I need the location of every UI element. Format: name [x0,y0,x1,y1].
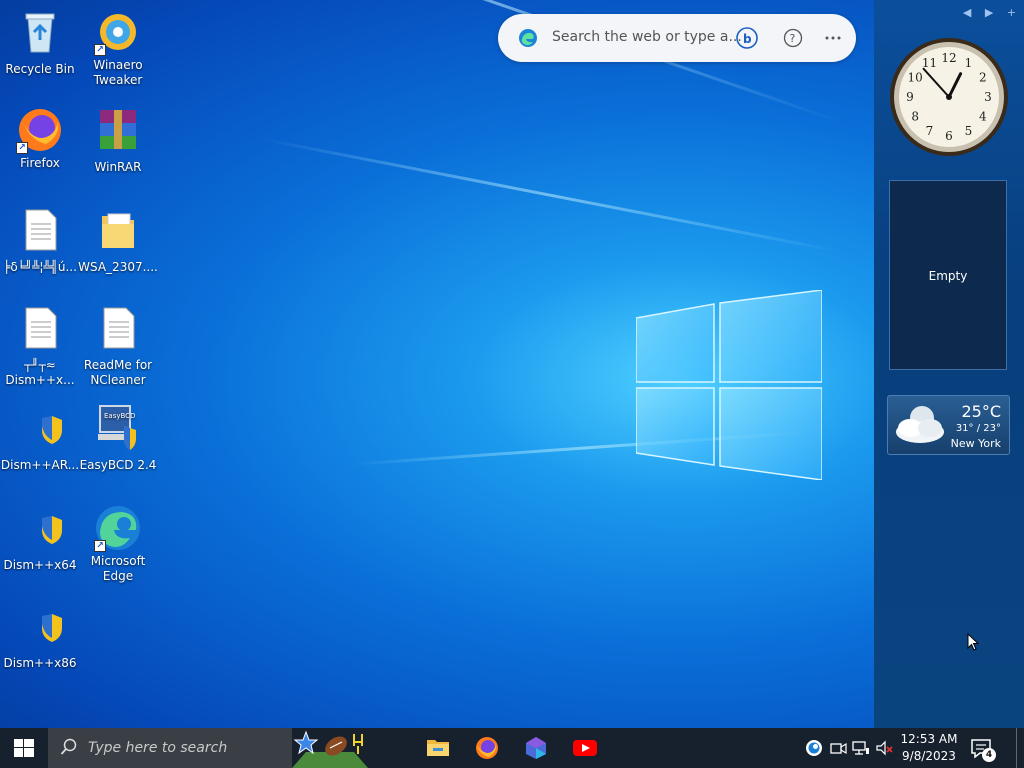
light-beam [260,137,841,253]
sidebar-prev-button[interactable]: ◀ [963,6,971,19]
show-desktop-button[interactable] [1016,728,1024,768]
clock-numeral: 9 [906,90,914,104]
clock-numeral: 4 [979,110,987,124]
recycle-bin-icon [25,13,55,53]
desktop-icon-dism-ar[interactable]: Dism++AR... [0,404,80,473]
youtube-icon [573,740,597,756]
weather-range: 31° / 23° [955,423,1001,434]
text-file-icon [25,307,57,349]
text-file-icon [103,307,135,349]
sidebar-add-gadget-button[interactable]: + [1007,6,1016,19]
sidebar-controls: ◀ ▶ + [953,6,1016,19]
taskbar-copilot-button[interactable] [516,732,556,764]
uac-shield-icon [42,416,62,444]
desktop-icon-dism-x64[interactable]: Dism++x64 [0,504,80,573]
search-icon [60,738,77,755]
bing-icon[interactable]: b [736,27,758,49]
taskbar-file-explorer-button[interactable] [418,732,458,764]
news-widget-icon[interactable] [292,728,368,768]
copilot-icon [526,737,546,759]
edge-icon [519,29,537,47]
taskbar-clock[interactable]: 12:53 AM 9/8/2023 [900,731,958,765]
taskbar-time: 12:53 AM [900,732,958,746]
start-button[interactable] [0,728,48,768]
taskbar-date: 9/8/2023 [902,749,956,763]
taskbar: Type here to search 12:53 AM 9/8/2023 4 [0,728,1024,768]
uac-shield-icon [42,516,62,544]
shortcut-arrow-icon: ↗ [94,540,106,552]
tray-meet-icon[interactable] [828,738,848,758]
desktop-icon-dism-x86[interactable]: Dism++x86 [0,602,80,671]
folder-icon [427,740,449,756]
sidebar-next-button[interactable]: ▶ [985,6,993,19]
desktop-icon-easybcd[interactable]: EasyBCD EasyBCD 2.4 [78,404,158,473]
taskbar-search-box[interactable]: Type here to search [48,728,292,768]
action-center-button[interactable]: 4 [968,736,996,762]
uac-shield-icon [42,614,62,642]
more-icon[interactable] [822,27,844,49]
svg-text:b: b [743,32,752,46]
desktop-icon-readme-ncleaner[interactable]: ReadMe for NCleaner [78,304,158,388]
desktop[interactable]: Search the web or type a... b ? Recycle … [0,0,874,728]
tray-network-icon[interactable] [851,738,871,758]
empty-gadget[interactable]: Empty [889,180,1007,370]
notification-count-badge: 4 [982,748,996,762]
windows-icon [14,739,34,757]
shortcut-arrow-icon: ↗ [16,142,28,154]
clock-numeral: 8 [911,110,919,124]
clock-numeral: 10 [908,71,923,85]
clock-numeral: 2 [979,71,987,85]
desktop-icon-wsa-folder[interactable]: WSA_2307.... [78,206,158,275]
moon-cloud-icon [896,406,944,443]
mouse-cursor-icon [967,633,979,651]
desktop-icon-winaero-tweaker[interactable]: ↗ Winaero Tweaker [78,8,158,88]
weather-temp: 25°C [961,402,1001,421]
svg-text:?: ? [790,32,796,45]
taskbar-youtube-button[interactable] [565,732,605,764]
shortcut-arrow-icon: ↗ [94,44,106,56]
desktop-icon-winrar[interactable]: WinRAR [78,106,158,175]
clock-numeral: 12 [941,51,956,65]
tray-edge-icon[interactable] [804,738,824,758]
taskbar-firefox-button[interactable] [467,732,507,764]
desktop-icon-recycle-bin[interactable]: Recycle Bin [0,8,80,77]
desktop-icon-firefox[interactable]: ↗ Firefox [0,106,80,171]
clock-numeral: 1 [965,56,973,70]
clock-numeral: 3 [984,90,992,104]
windows-logo-wallpaper [636,290,822,480]
easybcd-icon: EasyBCD [98,405,136,450]
clock-numeral: 5 [965,124,973,138]
text-file-icon [25,209,57,251]
weather-gadget[interactable]: 25°C 31° / 23° New York [887,395,1010,455]
clock-numeral: 7 [926,124,934,138]
folder-icon [102,213,134,248]
empty-gadget-label: Empty [928,269,968,283]
weather-city: New York [950,437,1001,450]
desktop-icon-text-file-2[interactable]: ┬╜┬≈ Dism++x... [0,304,80,388]
tray-volume-muted-icon[interactable] [874,738,894,758]
gadgets-sidebar: ◀ ▶ + 12 1 2 3 4 5 6 7 8 9 10 11 Empty 25°C 31° / 2… [874,0,1024,728]
web-search-widget[interactable]: Search the web or type a... b ? [498,14,856,62]
winrar-icon [100,110,136,149]
svg-text:EasyBCD: EasyBCD [104,412,135,420]
clock-gadget[interactable]: 12 1234567891011 [888,36,1010,158]
desktop-icon-text-file-1[interactable]: ╞δ╘╝╩¦╩╣ú... [0,206,80,275]
question-icon[interactable]: ? [782,27,804,49]
firefox-icon [476,737,498,759]
taskbar-search-placeholder: Type here to search [88,740,228,756]
web-search-placeholder[interactable]: Search the web or type a... [552,29,742,45]
desktop-icon-microsoft-edge[interactable]: ↗ Microsoft Edge [78,504,158,584]
clock-numeral: 6 [945,129,953,143]
